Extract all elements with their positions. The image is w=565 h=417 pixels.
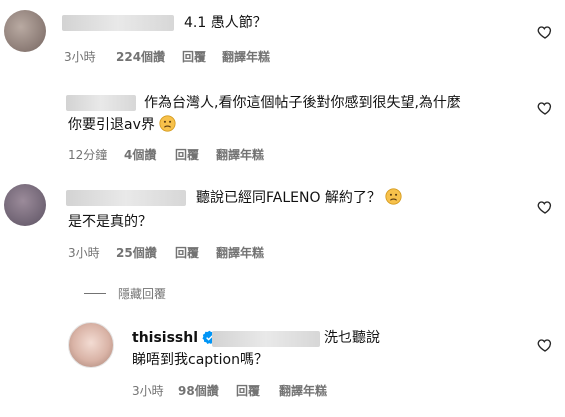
mention-blurred[interactable] — [212, 331, 320, 347]
translate-button[interactable]: 翻譯年糕 — [222, 48, 270, 65]
comment-text-line2: 你要引退av界 — [68, 115, 176, 135]
likes-count[interactable]: 4個讚 — [124, 146, 156, 163]
divider-line — [84, 293, 106, 294]
username[interactable]: thisisshl — [132, 330, 198, 346]
sad-face-icon — [159, 115, 176, 132]
heart-outline-icon[interactable] — [537, 337, 553, 353]
avatar[interactable] — [4, 92, 46, 134]
sad-face-icon — [385, 188, 402, 205]
reply-button[interactable]: 回覆 — [236, 382, 260, 399]
comment-time: 12分鐘 — [68, 148, 108, 162]
likes-count[interactable]: 224個讚 — [116, 48, 165, 65]
username-blurred[interactable] — [66, 190, 186, 206]
reply-text-line2: 睇唔到我caption嗎？ — [132, 352, 268, 368]
heart-outline-icon[interactable] — [537, 199, 553, 215]
comment-time: 3小時 — [68, 246, 100, 260]
heart-outline-icon[interactable] — [537, 24, 553, 40]
avatar[interactable] — [68, 322, 114, 368]
reply-button[interactable]: 回覆 — [175, 244, 199, 261]
comment-text: 聽說已經同FALENO 解約了？ — [196, 188, 402, 208]
avatar[interactable] — [4, 10, 46, 52]
likes-count[interactable]: 25個讚 — [116, 244, 157, 261]
comment-text: 作為台灣人,看你這個帖子後對你感到很失望,為什麼 — [144, 95, 461, 111]
avatar[interactable] — [4, 184, 46, 226]
translate-button[interactable]: 翻譯年糕 — [216, 146, 264, 163]
hide-replies-button[interactable]: 隱藏回覆 — [118, 285, 166, 302]
translate-button[interactable]: 翻譯年糕 — [279, 382, 327, 399]
reply-button[interactable]: 回覆 — [175, 146, 199, 163]
username-blurred[interactable] — [62, 15, 174, 31]
comment-time: 3小時 — [132, 384, 164, 398]
reply-text: thisisshl — [132, 328, 220, 348]
reply-text-tail: 洗乜聽說 — [324, 330, 380, 346]
comment-text-line2: 是不是真的？ — [68, 214, 152, 230]
username-blurred[interactable] — [66, 95, 136, 111]
likes-count[interactable]: 98個讚 — [178, 382, 219, 399]
heart-outline-icon[interactable] — [537, 100, 553, 116]
translate-button[interactable]: 翻譯年糕 — [216, 244, 264, 261]
comment-time: 3小時 — [64, 50, 96, 64]
reply-button[interactable]: 回覆 — [182, 48, 206, 65]
comment-text: 4.1 愚人節？ — [184, 15, 267, 31]
